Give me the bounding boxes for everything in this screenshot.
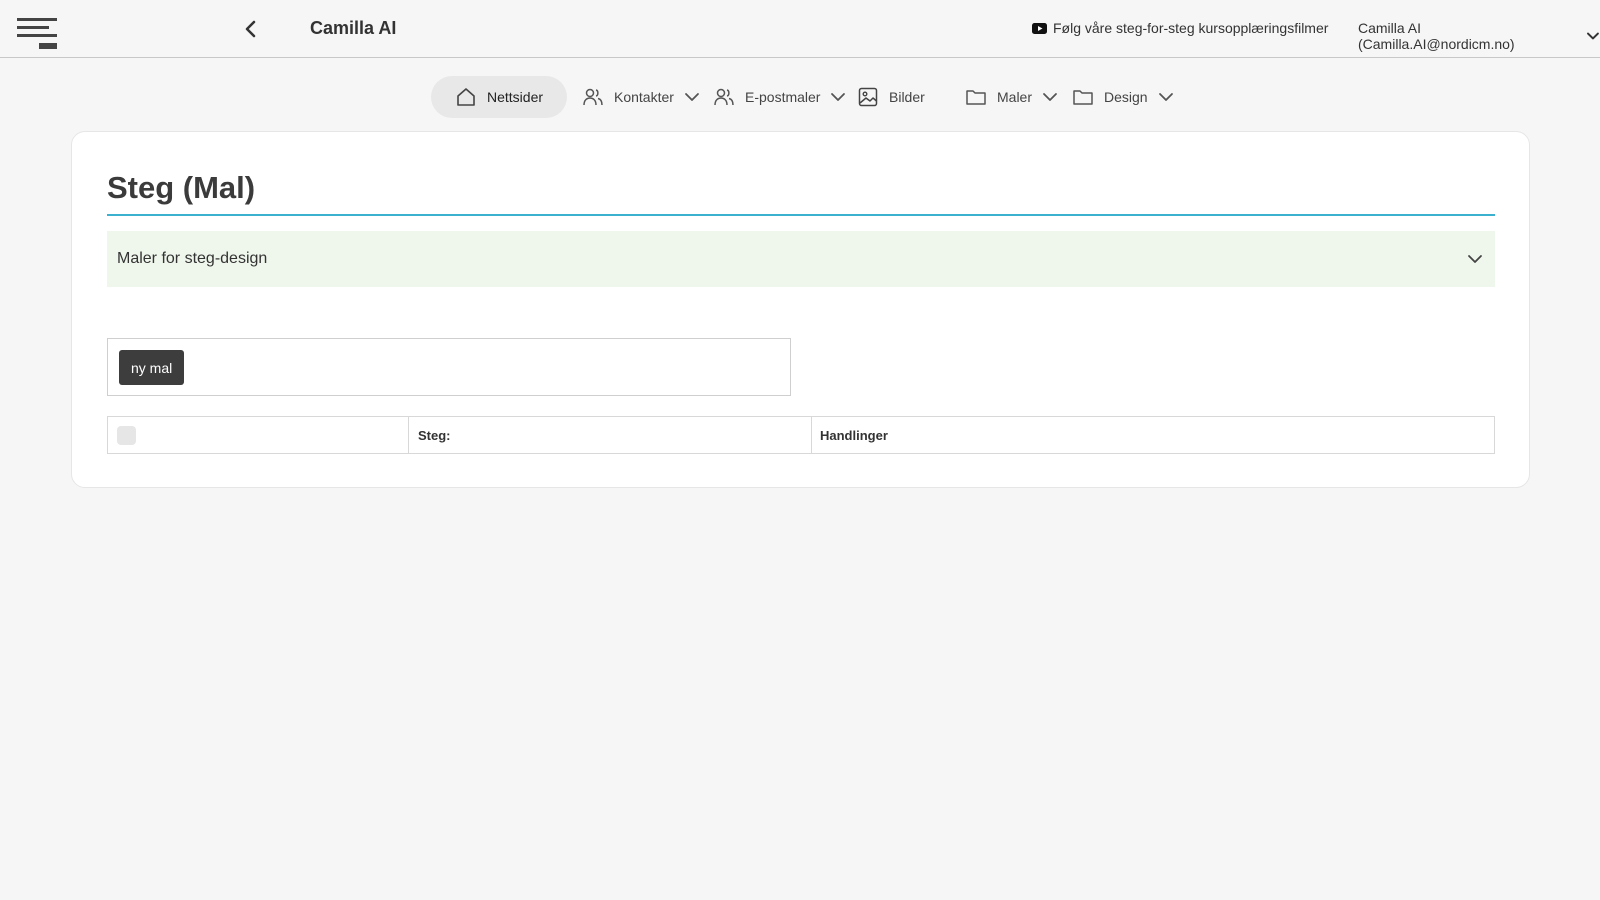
table-header-handlinger: Handlinger — [820, 427, 888, 443]
nav-item-bilder[interactable]: Bilder — [857, 76, 925, 118]
back-chevron-icon[interactable] — [240, 18, 262, 40]
nav-label-kontakter: Kontakter — [614, 89, 674, 105]
youtube-icon — [1032, 22, 1047, 34]
users-icon — [583, 88, 603, 106]
nav-label-bilder: Bilder — [889, 89, 925, 105]
menu-icon[interactable] — [17, 16, 59, 52]
content-card: Steg (Mal) Maler for steg-design ny mal … — [71, 131, 1530, 488]
nav-item-nettsider[interactable]: Nettsider — [431, 76, 568, 118]
nav-item-e-postmaler[interactable]: E-postmaler — [713, 76, 846, 118]
nav-label-maler: Maler — [997, 89, 1033, 105]
select-all-checkbox[interactable] — [117, 425, 136, 445]
page-title: Steg (Mal) — [107, 170, 256, 205]
tutorial-videos-link[interactable]: Følg våre steg-for-steg kursopplæringsfi… — [1032, 20, 1328, 36]
steps-table: Steg: Handlinger — [107, 416, 1495, 454]
nav-item-kontakter[interactable]: Kontakter — [582, 76, 700, 118]
app-title: Camilla AI — [310, 18, 397, 38]
top-bar: Camilla AI Følg våre steg-for-steg kurso… — [0, 0, 1600, 58]
nav-label-design: Design — [1104, 89, 1148, 105]
nav-label-e-postmaler: E-postmaler — [745, 89, 821, 105]
nav-item-maler[interactable]: Maler — [965, 76, 1058, 118]
folder-icon — [966, 90, 986, 105]
accordion-label: Maler for steg-design — [117, 250, 268, 267]
tutorial-videos-label: Følg våre steg-for-steg kursopplæringsfi… — [1053, 20, 1329, 36]
chevron-down-icon — [1043, 93, 1057, 101]
table-header-select — [108, 417, 409, 453]
user-menu-label: Camilla AI (Camilla.AI@nordicm.no) — [1358, 20, 1515, 52]
title-underline — [107, 214, 1495, 216]
actions-toolbar: ny mal — [107, 338, 791, 396]
chevron-down-icon — [831, 93, 846, 101]
nav-item-design[interactable]: Design — [1072, 76, 1174, 118]
image-icon — [858, 87, 878, 107]
table-header-steg: Steg: — [409, 417, 812, 453]
home-icon — [457, 88, 475, 106]
templates-accordion[interactable]: Maler for steg-design — [107, 231, 1495, 287]
chevron-down-icon — [685, 93, 699, 101]
folder-icon — [1073, 90, 1093, 105]
users-icon — [714, 88, 734, 106]
new-template-button[interactable]: ny mal — [119, 350, 185, 385]
nav-label-nettsider: Nettsider — [487, 89, 544, 105]
chevron-down-icon — [1587, 32, 1600, 40]
chevron-down-icon — [1158, 93, 1173, 101]
chevron-down-icon — [1468, 255, 1482, 263]
main-nav: Nettsider Kontakter E-postmaler Bilder M… — [0, 76, 1600, 118]
user-menu[interactable]: Camilla AI (Camilla.AI@nordicm.no) — [1358, 20, 1600, 52]
